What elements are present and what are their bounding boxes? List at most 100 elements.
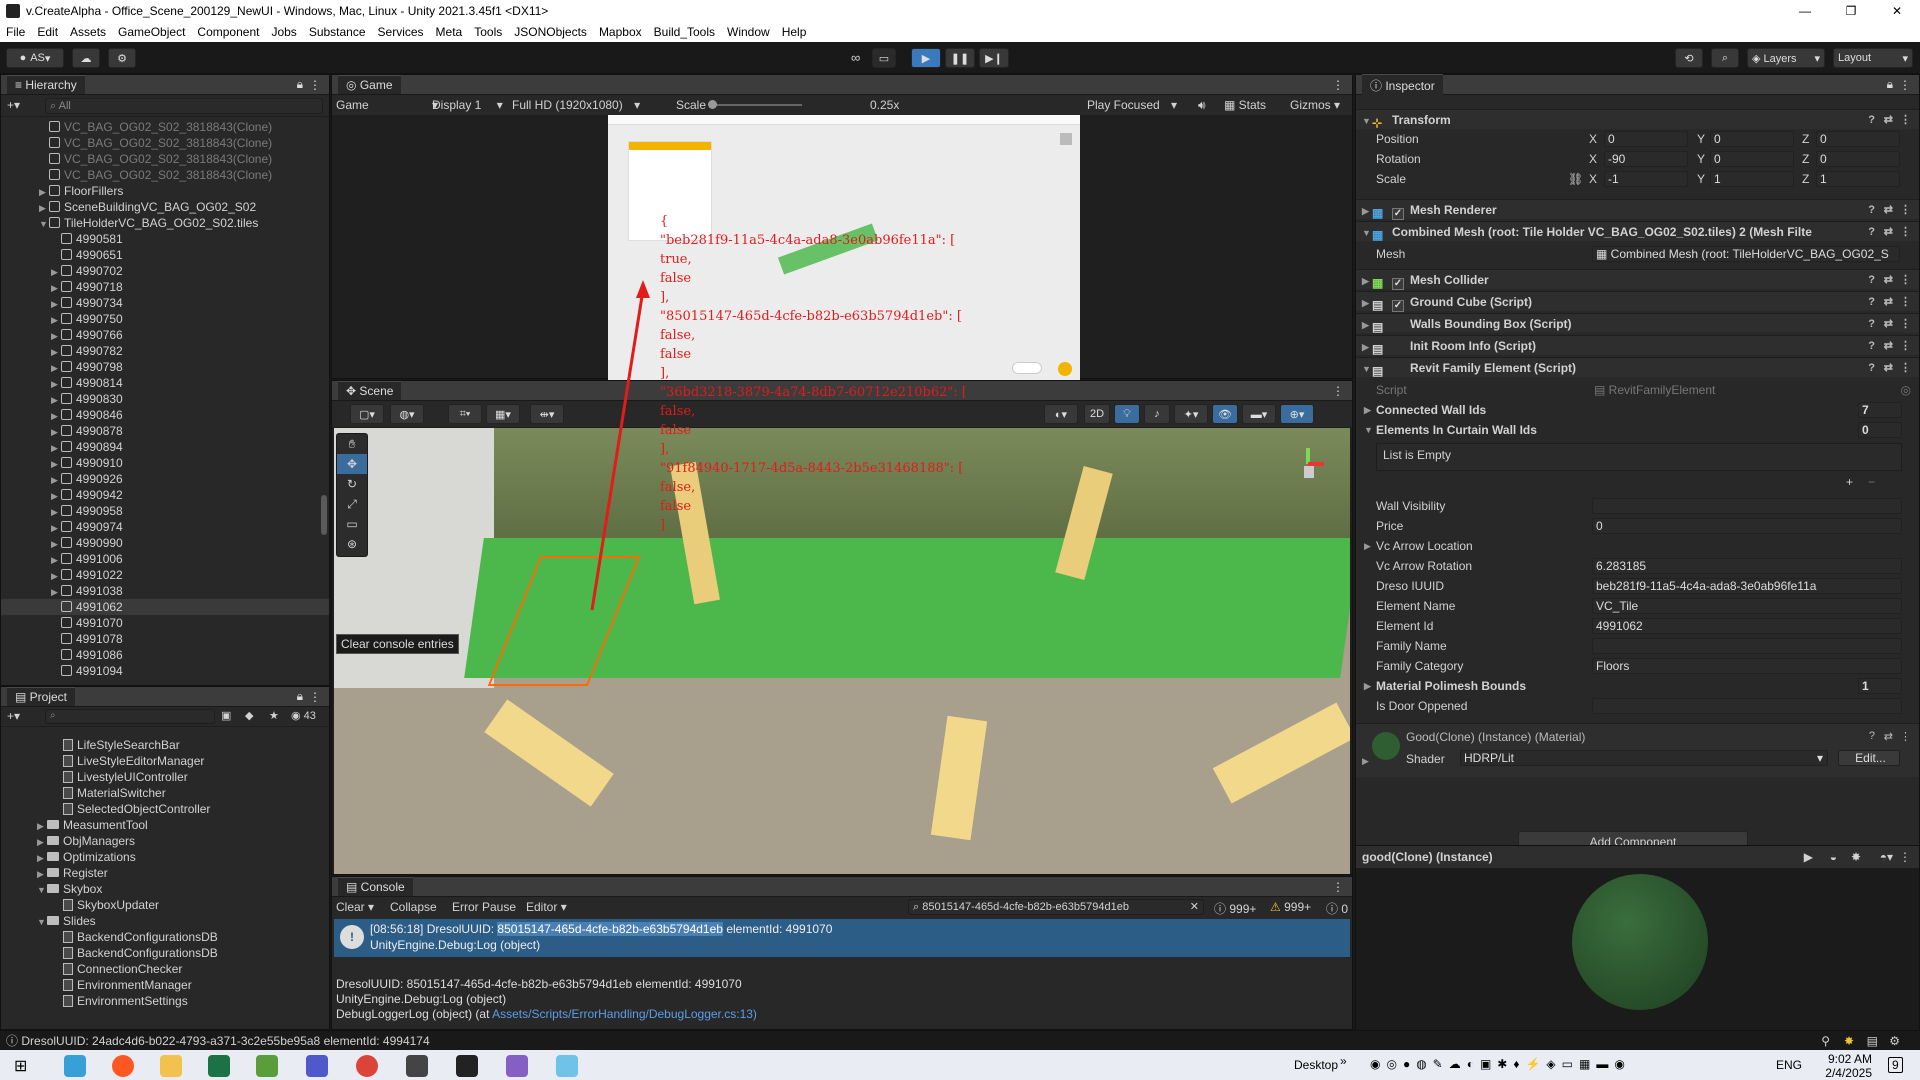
list-remove-icon[interactable]: −	[1868, 475, 1875, 489]
hierarchy-item[interactable]: ▼ TileHolderVC_BAG_OG02_S02.tiles	[1, 215, 329, 231]
element-id-field[interactable]: 4991062	[1592, 618, 1902, 634]
error-pause-button[interactable]: Error Pause	[452, 900, 516, 914]
preview-sphere-icon[interactable]: ◒	[1830, 850, 1837, 864]
project-item[interactable]: ▶ ObjManagers	[1, 833, 135, 849]
hierarchy-item[interactable]: ▶ 4990990	[1, 535, 329, 551]
close-button[interactable]: ✕	[1874, 0, 1920, 22]
status-icon-2[interactable]: ✸	[1844, 1031, 1854, 1051]
play-button[interactable]: ▶	[911, 48, 941, 68]
hierarchy-item[interactable]: ▶ 4990958	[1, 503, 329, 519]
hierarchy-item[interactable]: VC_BAG_OG02_S02_3818843(Clone)	[1, 151, 329, 167]
hierarchy-item[interactable]: 4991086	[1, 647, 329, 663]
hierarchy-item[interactable]: ▶ 4990942	[1, 487, 329, 503]
collapse-arrow-icon[interactable]: ▶	[51, 328, 61, 344]
collab-icon[interactable]: ⚙	[108, 48, 136, 68]
collapse-arrow-icon[interactable]: ▶	[51, 456, 61, 472]
rotation-z-field[interactable]: 0	[1816, 151, 1900, 167]
unity-icon[interactable]	[456, 1055, 478, 1077]
help-icon[interactable]: ?	[1868, 314, 1875, 334]
position-z-field[interactable]: 0	[1816, 131, 1900, 147]
error-count[interactable]: ⓘ 0	[1326, 900, 1348, 917]
rect-tool-icon[interactable]: ▭	[337, 514, 367, 534]
menu-help[interactable]: Help	[776, 25, 813, 39]
transform-header[interactable]: ▼⊹ Transform ? ⇄ ⋮	[1356, 109, 1919, 130]
clear-button[interactable]: Clear ▾	[336, 900, 374, 914]
hierarchy-item[interactable]: ▶ 4990926	[1, 471, 329, 487]
info-count[interactable]: ⓘ 999+	[1214, 900, 1256, 917]
project-item[interactable]: ▼ Skybox	[1, 881, 102, 897]
component-menu-icon[interactable]: ⋮	[1900, 314, 1911, 334]
collapse-arrow-icon[interactable]: ▶	[51, 344, 61, 360]
status-icon-1[interactable]: ⚲	[1821, 1031, 1830, 1051]
menu-build-tools[interactable]: Build_Tools	[648, 25, 721, 39]
preset-icon[interactable]: ⇄	[1884, 314, 1893, 334]
collapse-arrow-icon[interactable]: ▶	[51, 296, 61, 312]
collapse-arrow-icon[interactable]: ▶	[51, 440, 61, 456]
gizmos-toggle[interactable]: Gizmos ▾	[1290, 98, 1340, 112]
preset-icon[interactable]: ⇄	[1884, 730, 1893, 743]
infinity-icon[interactable]: ∞	[851, 50, 860, 65]
layout-dropdown[interactable]: Layout ▾	[1833, 48, 1913, 68]
ground-cube-header[interactable]: ▶ ▤ ✓ Ground Cube (Script) ? ⇄ ⋮	[1356, 291, 1919, 312]
collapse-arrow-icon[interactable]: ▶	[51, 392, 61, 408]
layers-dropdown[interactable]: ◈ Layers ▾	[1747, 48, 1825, 68]
scene-orientation-gizmo[interactable]	[1294, 448, 1324, 488]
rotate-tool-icon[interactable]: ↻	[337, 474, 367, 494]
hierarchy-item[interactable]: ▶ 4990718	[1, 279, 329, 295]
effects-icon[interactable]: ✦▾	[1174, 404, 1208, 424]
status-icon-4[interactable]: ⚙	[1889, 1031, 1900, 1051]
project-item[interactable]: ▶ MeasumentTool	[1, 817, 148, 833]
menu-tools[interactable]: Tools	[468, 25, 508, 39]
unity-hub-icon[interactable]	[406, 1055, 428, 1077]
menu-edit[interactable]: Edit	[31, 25, 64, 39]
windows-start-icon[interactable]: ⊞	[14, 1056, 27, 1076]
grid-icon[interactable]: ▦▾	[486, 404, 520, 424]
hierarchy-item[interactable]: 4991062	[1, 599, 329, 615]
menu-dots-icon[interactable]: ⋮	[1332, 880, 1344, 894]
tray-icons[interactable]: ◉◎●◍✎☁◐▣✱♦⚡◈▭▦▬◉	[1370, 1057, 1631, 1071]
hierarchy-item[interactable]: 4990581	[1, 231, 329, 247]
expand-arrow-icon[interactable]: ▼	[37, 882, 47, 898]
filter-label-icon[interactable]: ◆	[245, 709, 253, 722]
console-entry-selected[interactable]: ! [08:56:18] DresolUUID: 85015147-465d-4…	[334, 919, 1350, 957]
postman-icon[interactable]	[112, 1055, 134, 1077]
favorite-icon[interactable]: ★	[269, 709, 279, 722]
project-item[interactable]: ConnectionChecker	[1, 961, 182, 977]
lock-icon[interactable]: 🔒︎	[297, 689, 303, 704]
rotation-x-field[interactable]: -90	[1604, 151, 1688, 167]
expand-arrow-icon[interactable]: ▼	[37, 914, 47, 930]
language-indicator[interactable]: ENG	[1776, 1058, 1802, 1072]
component-menu-icon[interactable]: ⋮	[1900, 200, 1911, 220]
snap-icon[interactable]: ⌗▾	[448, 404, 482, 424]
console-tab[interactable]: ▤ Console	[338, 877, 413, 896]
help-icon[interactable]: ?	[1868, 110, 1875, 130]
help-icon[interactable]: ?	[1869, 730, 1875, 742]
menu-window[interactable]: Window	[721, 25, 776, 39]
hierarchy-item[interactable]: ▶ 4990878	[1, 423, 329, 439]
filter-type-icon[interactable]: ▣	[221, 709, 231, 722]
collapse-arrow-icon[interactable]: ▶	[51, 488, 61, 504]
link-icon[interactable]: ⛓	[1568, 170, 1583, 188]
collapse-arrow-icon[interactable]: ▶	[51, 264, 61, 280]
display-dropdown[interactable]: Display 1 ▾	[432, 98, 503, 112]
game-tab[interactable]: ◎ Game	[338, 75, 401, 94]
walls-bbox-header[interactable]: ▶ ▤ Walls Bounding Box (Script) ? ⇄ ⋮	[1356, 313, 1919, 334]
preset-icon[interactable]: ⇄	[1883, 222, 1893, 241]
collapse-arrow-icon[interactable]: ▶	[51, 568, 61, 584]
expand-arrow-icon[interactable]: ▶	[37, 818, 47, 834]
maximize-button[interactable]: ❐	[1828, 0, 1874, 22]
menu-component[interactable]: Component	[191, 25, 265, 39]
scene-tab[interactable]: ✥ Scene	[338, 381, 402, 400]
add-icon[interactable]: +▾	[7, 709, 20, 723]
component-menu-icon[interactable]: ⋮	[1900, 358, 1911, 378]
mesh-renderer-header[interactable]: ▶ ▦ ✓ Mesh Renderer ? ⇄ ⋮	[1356, 199, 1919, 220]
hierarchy-item[interactable]: ▶ 4990702	[1, 263, 329, 279]
file-explorer-icon[interactable]	[160, 1055, 182, 1077]
init-room-header[interactable]: ▶ ▤ Init Room Info (Script) ? ⇄ ⋮	[1356, 335, 1919, 356]
polimesh-row[interactable]: ▶ Material Polimesh Bounds 1	[1356, 677, 1919, 695]
arrow-location-row[interactable]: ▶ Vc Arrow Location	[1356, 537, 1919, 555]
hand-tool-icon[interactable]: ✋︎	[337, 434, 367, 454]
project-item[interactable]: ▶ Optimizations	[1, 849, 136, 865]
scale-tool-icon[interactable]: ⤢	[337, 494, 367, 514]
hierarchy-tab[interactable]: ≡ Hierarchy	[7, 75, 85, 94]
